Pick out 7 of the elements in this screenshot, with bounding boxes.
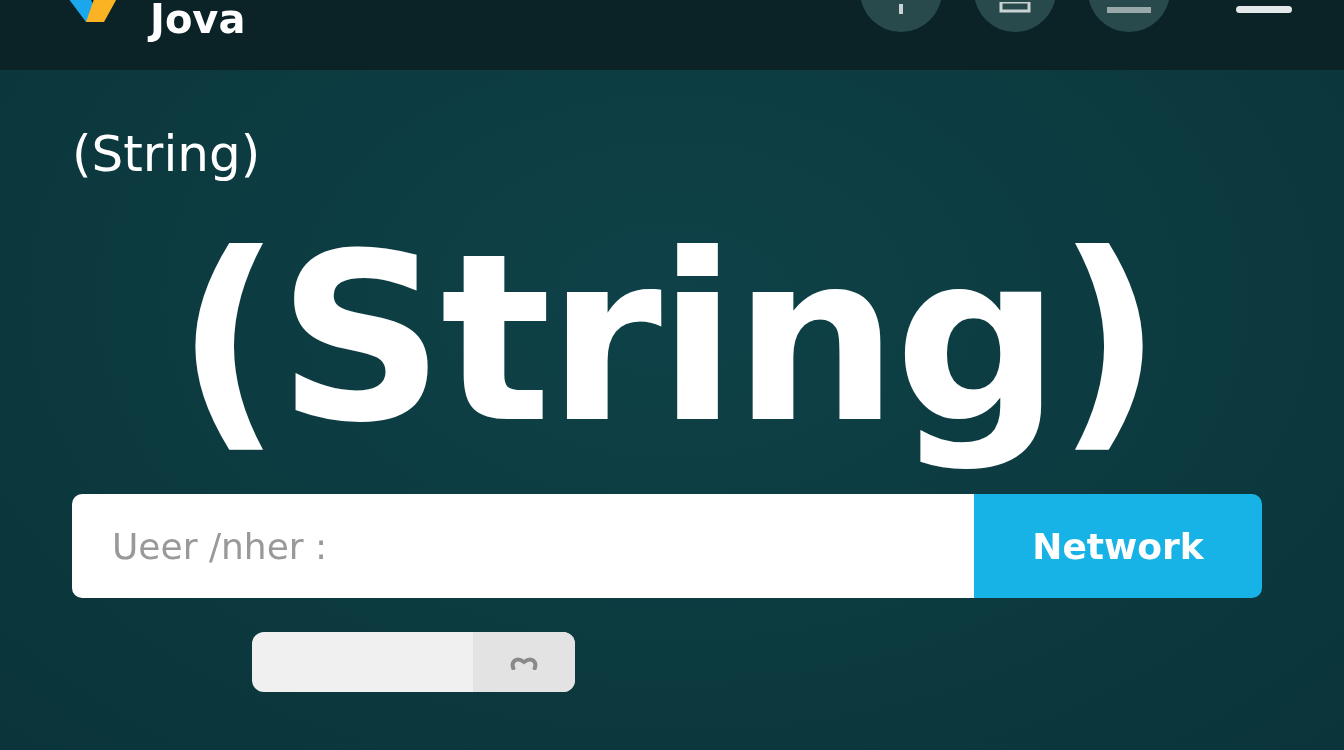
network-button[interactable]: Network	[974, 494, 1262, 598]
menu-icon[interactable]	[1236, 6, 1292, 14]
headline: (String)	[175, 203, 1159, 476]
dropdown-field[interactable]	[252, 632, 575, 692]
input-field[interactable]: Ueer /nher :	[72, 494, 974, 598]
dash-icon	[1107, 6, 1151, 14]
subtitle: (String)	[72, 124, 261, 185]
